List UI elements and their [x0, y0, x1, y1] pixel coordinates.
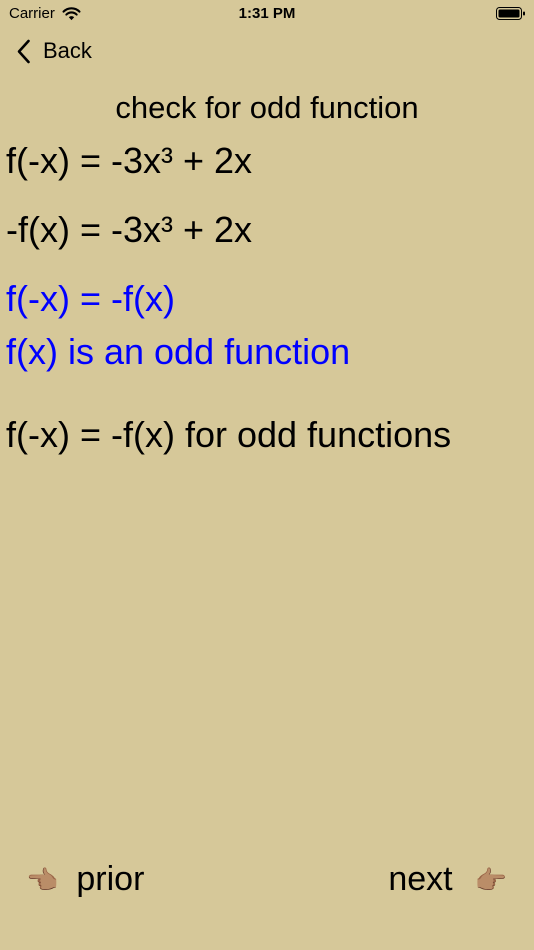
equation-neg-f-of-x: -f(x) = -3x³ + 2x [6, 209, 253, 250]
status-bar: Carrier 1:31 PM [0, 0, 534, 28]
chevron-left-icon [17, 39, 30, 63]
page-title: check for odd function [115, 90, 419, 125]
status-time: 1:31 PM [238, 5, 296, 22]
hand-pointing-right-icon: 👉🏽 [474, 864, 507, 895]
next-button-label: next [388, 860, 453, 898]
back-button[interactable]: Back [16, 38, 92, 64]
prior-button-label: prior [76, 860, 145, 898]
result-conclusion: f(x) is an odd function [6, 331, 351, 372]
back-button-label: Back [43, 38, 92, 63]
equation-f-of-neg-x: f(-x) = -3x³ + 2x [6, 140, 253, 181]
odd-function-rule: f(-x) = -f(x) for odd functions [6, 414, 452, 455]
hand-pointing-left-icon: 👈🏽 [26, 864, 59, 895]
prior-button[interactable]: 👈🏽 prior [26, 860, 144, 899]
battery-icon [496, 7, 525, 20]
result-equality: f(-x) = -f(x) [6, 278, 175, 319]
next-button[interactable]: next 👉🏽 [388, 860, 507, 899]
